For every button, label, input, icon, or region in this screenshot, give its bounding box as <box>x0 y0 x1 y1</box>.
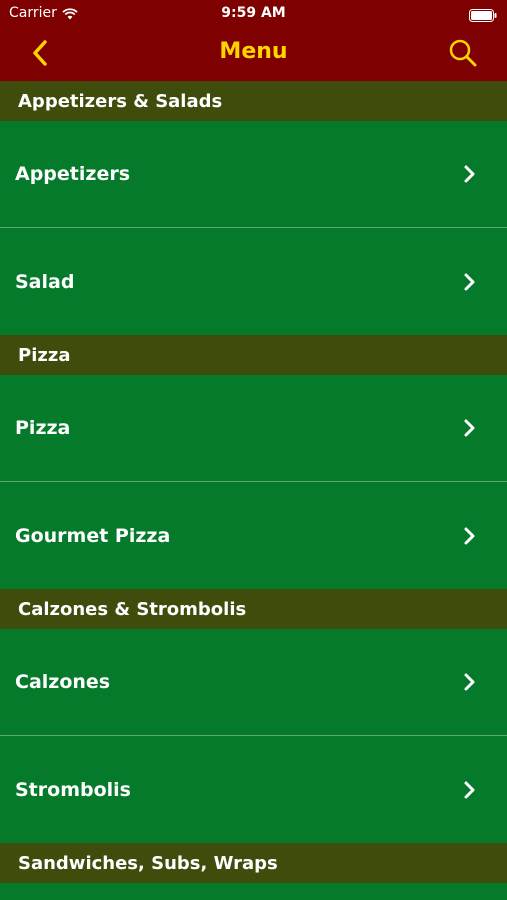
list-item-label: Gourmet Pizza <box>15 524 171 547</box>
chevron-right-icon <box>464 165 475 183</box>
status-bar: Carrier 9:59 AM <box>0 0 507 28</box>
search-button[interactable] <box>445 35 481 71</box>
page-title: Menu <box>219 39 288 64</box>
navigation-bar: Menu <box>0 28 507 81</box>
list-item-label: Salad <box>15 270 75 293</box>
chevron-right-icon <box>464 527 475 544</box>
list-item-appetizers[interactable]: Appetizers <box>0 121 507 228</box>
list-item-pizza[interactable]: Pizza <box>0 375 507 482</box>
section-header-appetizers-salads: Appetizers & Salads <box>0 81 507 121</box>
list-item-label: Strombolis <box>15 778 131 801</box>
list-item-label: Calzones <box>15 671 111 693</box>
list-item-salad[interactable]: Salad <box>0 228 507 335</box>
list-item-calzones[interactable]: Calzones <box>0 629 507 736</box>
section-header-sandwiches-subs-wraps: Sandwiches, Subs, Wraps <box>0 843 507 883</box>
search-icon <box>449 39 477 67</box>
menu-category-list: Appetizers & Salads Appetizers Salad Piz… <box>0 81 507 883</box>
chevron-right-icon <box>464 419 475 437</box>
chevron-right-icon <box>464 781 475 798</box>
battery-icon <box>469 7 497 26</box>
list-item-strombolis[interactable]: Strombolis <box>0 736 507 843</box>
list-item-label: Appetizers <box>15 163 131 185</box>
chevron-right-icon <box>464 273 475 290</box>
section-header-calzones-strombolis: Calzones & Strombolis <box>0 589 507 629</box>
list-item-gourmet-pizza[interactable]: Gourmet Pizza <box>0 482 507 589</box>
chevron-right-icon <box>464 673 475 691</box>
status-time: 9:59 AM <box>221 5 286 21</box>
section-header-pizza: Pizza <box>0 335 507 375</box>
list-item-label: Pizza <box>15 417 71 439</box>
